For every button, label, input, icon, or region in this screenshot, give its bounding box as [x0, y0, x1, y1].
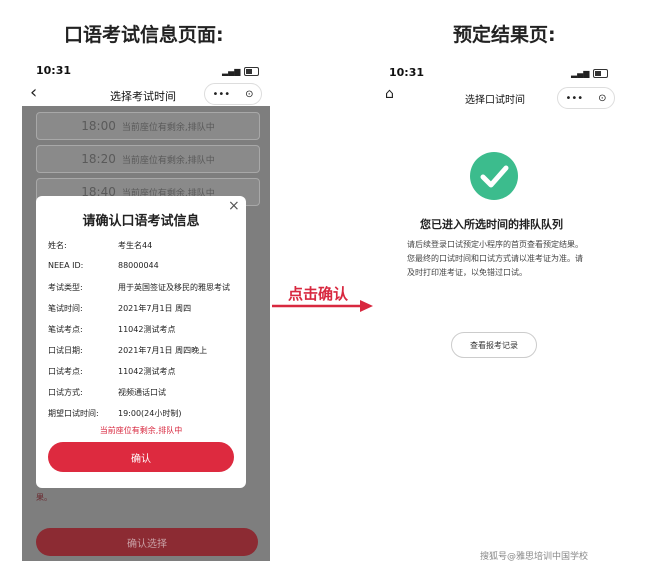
left-heading: 口语考试信息页面: [64, 24, 224, 46]
signal-icon: ▂▄▆ [222, 67, 241, 76]
info-label: 口试日期: [48, 346, 83, 355]
right-heading: 预定结果页: [453, 24, 556, 46]
check-circle-icon [470, 152, 518, 200]
status-time: 10:31 [389, 66, 425, 79]
slot-time: 18:20 [81, 152, 116, 166]
info-value: 11042测试考点 [118, 367, 176, 376]
home-icon[interactable]: ⌂ [385, 86, 394, 102]
time-slot[interactable]: 18:00 当前座位有剩余,排队中 [36, 112, 260, 140]
info-label: NEEA ID: [48, 261, 84, 270]
slot-status: 当前座位有剩余,排队中 [121, 122, 215, 133]
arrow-right-icon [272, 300, 373, 312]
info-value: 视频通话口试 [118, 388, 166, 397]
result-title: 您已进入所选时间的排队队列 [420, 218, 563, 231]
signal-icon: ▂▄▆ [571, 69, 590, 78]
info-label: 口试方式: [48, 388, 83, 397]
status-time: 10:31 [36, 64, 72, 77]
info-row: 考试类型: 用于英国签证及移民的雅思考试 [48, 282, 238, 293]
info-value: 2021年7月1日 周四晚上 [118, 346, 208, 355]
checkmark-icon [480, 165, 509, 188]
left-phone-screen: 10:31 ▂▄▆ ‹ 选择考试时间 ••• ⊙ 18:00 当前座位有剩余,排… [22, 56, 270, 561]
info-row: 口试日期: 2021年7月1日 周四晚上 [48, 345, 238, 356]
status-icons: ▂▄▆ [571, 69, 609, 78]
modal-title: 请确认口语考试信息 [82, 214, 200, 229]
confirm-button[interactable]: 确认 [48, 442, 234, 472]
info-row: 笔试考点: 11042测试考点 [48, 324, 238, 335]
result-description: 请后续登录口试预定小程序的首页查看预定结果。您最终的口试时间和口试方式请以准考证… [407, 240, 583, 277]
info-value: 11042测试考点 [118, 325, 176, 334]
info-label: 笔试考点: [48, 325, 83, 334]
right-phone-screen: 10:31 ▂▄▆ ⌂ 选择口试时间 ••• ⊙ 您已进入所选时间的排队队列 请… [375, 56, 620, 561]
back-icon[interactable]: ‹ [30, 82, 37, 103]
info-label: 口试考点: [48, 367, 83, 376]
capsule-menu[interactable]: ••• ⊙ [204, 83, 262, 105]
info-value: 用于英国签证及移民的雅思考试 [118, 283, 230, 292]
info-label: 考试类型: [48, 283, 83, 292]
info-row: 笔试时间: 2021年7月1日 周四 [48, 303, 238, 314]
more-icon[interactable]: ••• [565, 93, 583, 104]
info-label: 期望口试时间: [48, 409, 99, 418]
close-target-icon[interactable]: ⊙ [598, 93, 606, 104]
slot-time: 18:00 [81, 119, 116, 133]
info-row: 姓名: 考生名44 [48, 240, 238, 251]
info-label: 姓名: [48, 241, 67, 250]
nav-title: 选择考试时间 [110, 90, 176, 103]
info-row: 期望口试时间: 19:00(24小时制) [48, 408, 238, 419]
slot-status: 当前座位有剩余,排队中 [121, 155, 215, 166]
view-records-button[interactable]: 查看报考记录 [451, 332, 537, 358]
info-value: 2021年7月1日 周四 [118, 304, 192, 313]
capsule-menu[interactable]: ••• ⊙ [557, 87, 615, 109]
info-value: 考生名44 [118, 241, 153, 250]
info-value: 88000044 [118, 261, 159, 270]
info-value: 19:00(24小时制) [118, 409, 182, 418]
confirm-selection-button[interactable]: 确认选择 [36, 528, 258, 556]
info-row: 口试考点: 11042测试考点 [48, 366, 238, 377]
close-target-icon[interactable]: ⊙ [245, 89, 253, 100]
queue-notice: 当前座位有剩余,排队中 [99, 426, 183, 435]
info-label: 笔试时间: [48, 304, 83, 313]
confirm-modal: × 请确认口语考试信息 姓名: 考生名44 NEEA ID: 88000044 考试… [36, 196, 246, 488]
battery-icon [244, 67, 260, 76]
watermark: 搜狐号@雅思培训中国学校 [480, 552, 589, 562]
info-row: NEEA ID: 88000044 [48, 261, 238, 270]
status-icons: ▂▄▆ [222, 67, 260, 76]
nav-title: 选择口试时间 [465, 95, 525, 106]
more-icon[interactable]: ••• [212, 89, 230, 100]
battery-icon [593, 69, 609, 78]
behind-text: 果。 [36, 493, 52, 502]
time-slot[interactable]: 18:20 当前座位有剩余,排队中 [36, 145, 260, 173]
info-row: 口试方式: 视频通话口试 [48, 387, 238, 398]
